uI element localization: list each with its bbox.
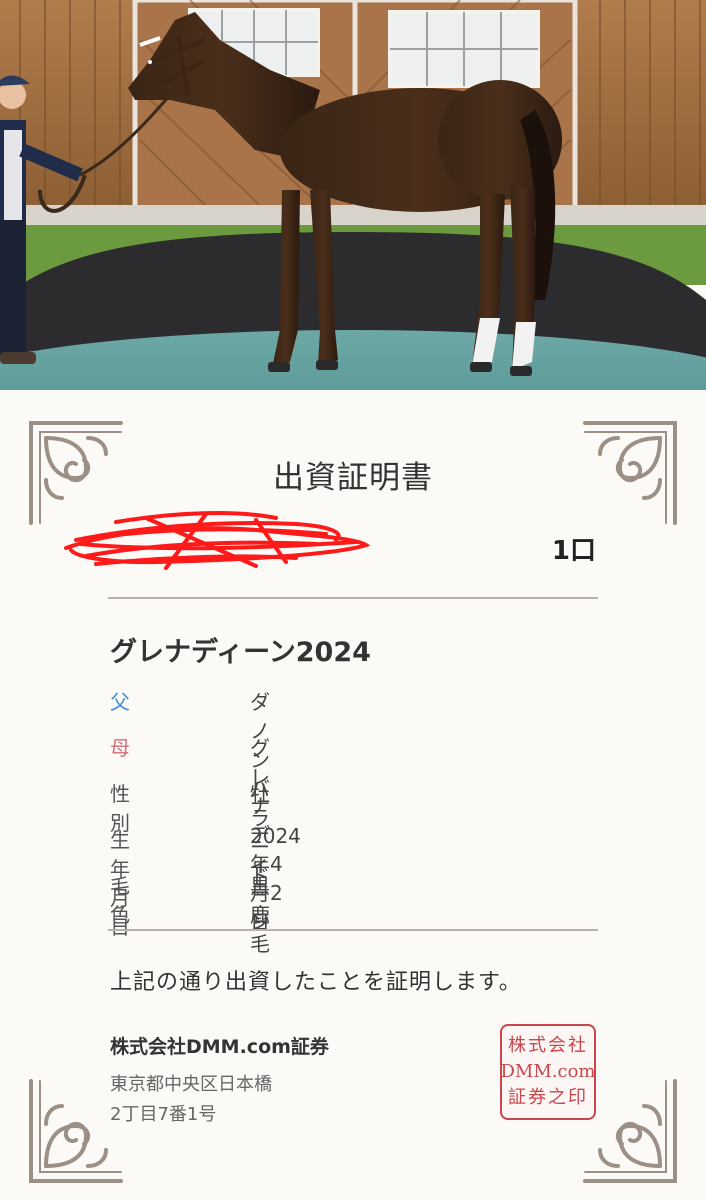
company-seal-icon: 株式会社 DMM.com 証券之印 (500, 1024, 596, 1120)
company-address-line2: 2丁目7番1号 (110, 1104, 217, 1125)
seal-line2: DMM.com (500, 1061, 596, 1082)
certification-statement: 上記の通り出資したことを証明します。 (110, 970, 522, 995)
coat-color-label: 毛色 (110, 874, 130, 927)
sex-value: 牡 (250, 782, 270, 806)
units-count: 1口 (551, 536, 596, 566)
company-name: 株式会社DMM.com証券 (110, 1036, 329, 1058)
company-address-line1: 東京都中央区日本橋 (110, 1074, 272, 1095)
coat-color-value: 黒鹿毛 (250, 874, 270, 956)
redaction-scribble-icon (64, 511, 371, 570)
certificate-card: 出資証明書 1口 グレナディーン2024 父 ダノンバラード 母 グレナディーン… (0, 390, 706, 1200)
horse-photo (0, 0, 706, 390)
horse-photo-illustration (0, 0, 706, 390)
divider (108, 597, 598, 599)
dam-label: 母 (110, 736, 130, 760)
sire-label: 父 (110, 690, 130, 714)
seal-line1: 株式会社 (508, 1035, 588, 1056)
certificate-title: 出資証明書 (273, 460, 433, 496)
horse-name: グレナディーン2024 (110, 637, 371, 668)
divider (108, 929, 598, 931)
seal-line3: 証券之印 (508, 1087, 588, 1108)
